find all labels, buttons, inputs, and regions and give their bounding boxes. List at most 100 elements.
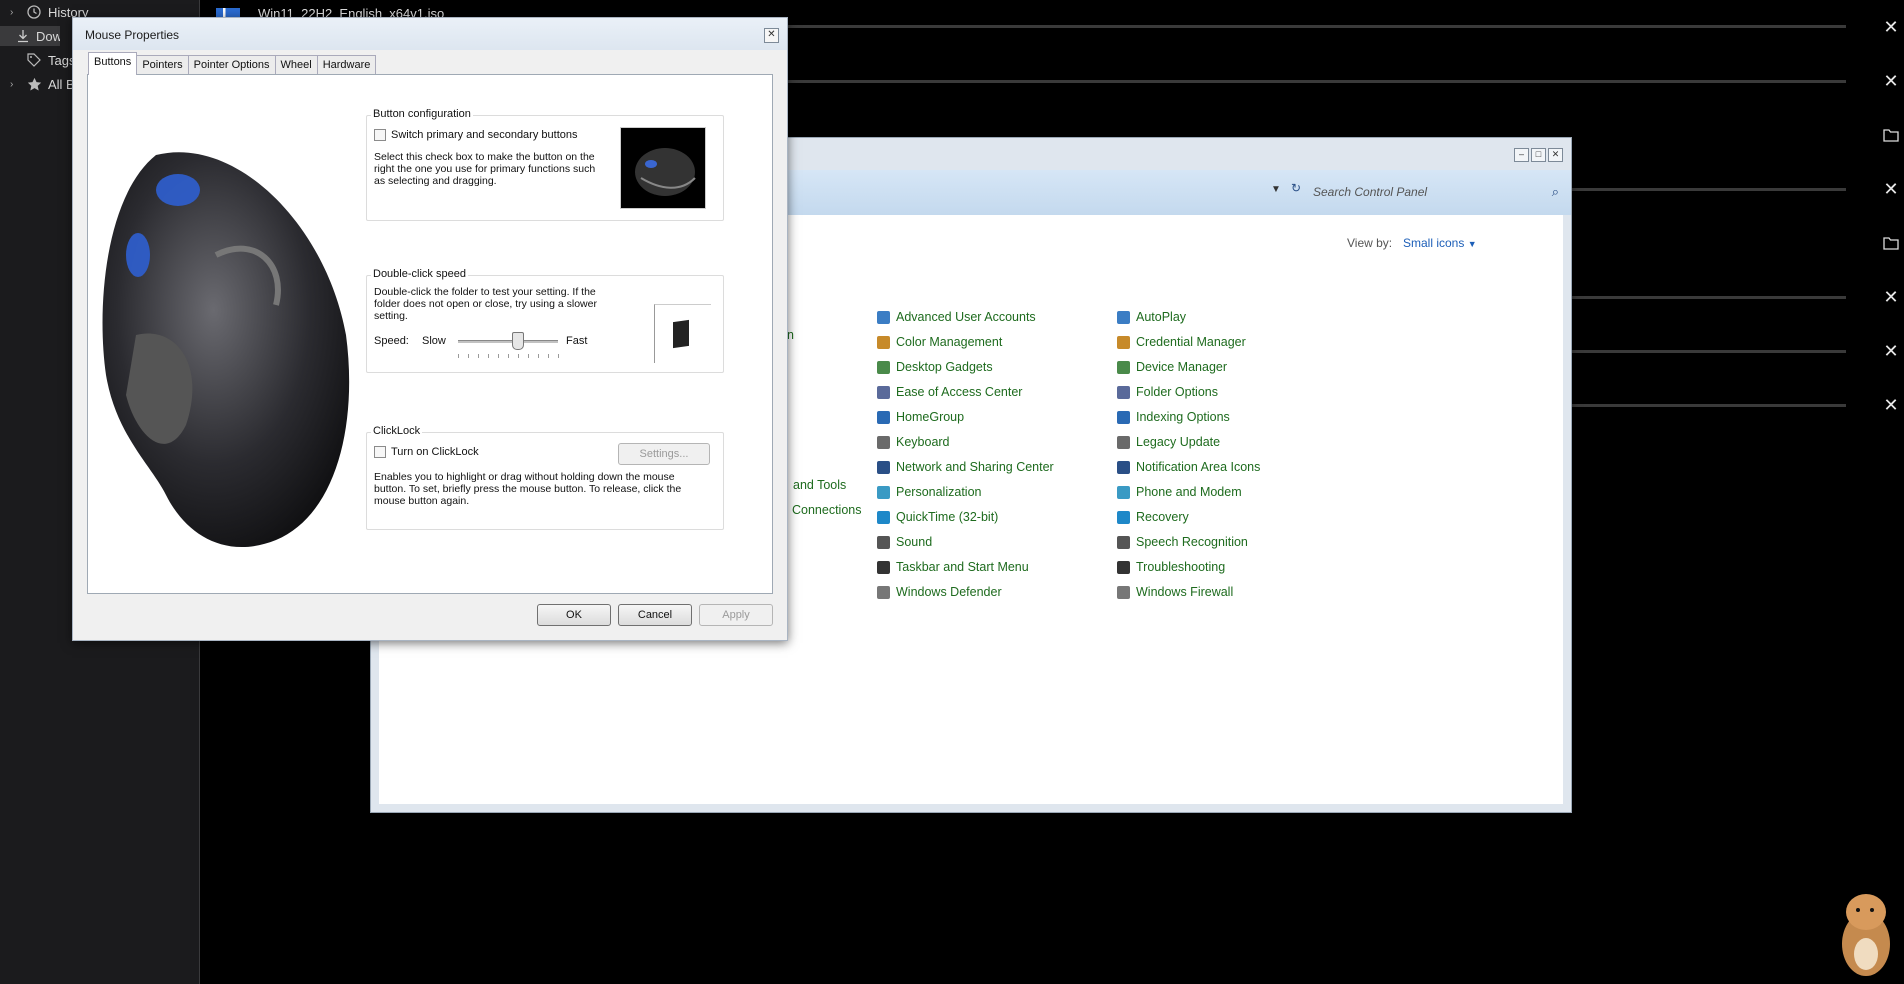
clock-icon <box>26 4 42 20</box>
close-icon: ✕ <box>1883 178 1899 199</box>
cp-item[interactable]: Advanced User Accounts <box>877 310 1036 324</box>
tab-buttons[interactable]: Buttons <box>88 52 138 75</box>
cp-item[interactable]: Keyboard <box>877 435 950 449</box>
dialog-title: Mouse Properties <box>85 28 180 42</box>
slider-ticks <box>458 354 559 358</box>
switch-buttons-checkbox[interactable]: Switch primary and secondary buttons <box>374 129 577 141</box>
cp-item-partial[interactable]: n <box>787 328 794 342</box>
cp-item[interactable]: Ease of Access Center <box>877 385 1022 399</box>
control-panel-item-icon <box>1117 535 1130 549</box>
control-panel-item-icon <box>877 560 890 574</box>
tab-pointers[interactable]: Pointers <box>136 55 189 75</box>
control-panel-item-icon <box>877 435 890 449</box>
sidebar-item-downloads[interactable]: Down <box>0 26 60 46</box>
remove-download-button[interactable]: ✕ <box>1880 178 1902 200</box>
remove-download-button[interactable]: ✕ <box>1880 16 1902 38</box>
history-dropdown-icon[interactable]: ▼ <box>1271 184 1281 195</box>
download-progress-track <box>780 80 1846 83</box>
close-button[interactable]: ✕ <box>1548 148 1563 162</box>
control-panel-item-icon <box>877 310 890 324</box>
star-icon <box>26 76 42 92</box>
sidebar-item-label: Down <box>36 28 60 44</box>
clicklock-checkbox[interactable]: Turn on ClickLock <box>374 446 479 458</box>
remove-download-button[interactable]: ✕ <box>1880 70 1902 92</box>
search-icon: ⌕ <box>1551 183 1559 199</box>
cp-item[interactable]: Personalization <box>877 485 981 499</box>
clicklock-settings-button[interactable]: Settings... <box>618 443 710 465</box>
checkbox-box[interactable] <box>374 446 386 458</box>
remove-download-button[interactable]: ✕ <box>1880 286 1902 308</box>
fast-label: Fast <box>566 335 588 347</box>
control-panel-item-icon <box>877 510 890 524</box>
cp-item-partial[interactable]: and Tools <box>793 478 846 492</box>
button-config-description: Select this check box to make the button… <box>374 151 596 187</box>
control-panel-item-icon <box>1117 510 1130 524</box>
refresh-icon[interactable]: ↻ <box>1291 181 1301 195</box>
control-panel-item-icon <box>877 585 890 599</box>
dialog-titlebar[interactable]: Mouse Properties ✕ <box>73 18 787 50</box>
control-panel-item-icon <box>877 460 890 474</box>
cp-item[interactable]: Folder Options <box>1117 385 1218 399</box>
control-panel-item-icon <box>1117 585 1130 599</box>
cp-item[interactable]: HomeGroup <box>877 410 964 424</box>
cp-item[interactable]: AutoPlay <box>1117 310 1186 324</box>
cp-item[interactable]: Taskbar and Start Menu <box>877 560 1029 574</box>
cp-item[interactable]: Desktop Gadgets <box>877 360 993 374</box>
maximize-button[interactable]: □ <box>1531 148 1546 162</box>
clicklock-description: Enables you to highlight or drag without… <box>374 471 682 507</box>
tab-pointer-options[interactable]: Pointer Options <box>187 55 276 75</box>
checkbox-box[interactable] <box>374 129 386 141</box>
tab-wheel[interactable]: Wheel <box>274 55 318 75</box>
open-folder-button[interactable] <box>1880 232 1902 254</box>
cp-item[interactable]: Credential Manager <box>1117 335 1246 349</box>
mouse-thumbnail <box>620 127 706 209</box>
ok-button[interactable]: OK <box>537 604 611 626</box>
control-panel-item-icon <box>1117 360 1130 374</box>
cp-item[interactable]: Windows Firewall <box>1117 585 1233 599</box>
cp-item[interactable]: Device Manager <box>1117 360 1227 374</box>
tab-hardware[interactable]: Hardware <box>316 55 377 75</box>
open-folder-button[interactable] <box>1880 124 1902 146</box>
test-folder[interactable] <box>654 304 711 363</box>
cp-item[interactable]: QuickTime (32-bit) <box>877 510 998 524</box>
buttons-tab-panel: Button configuration Switch primary and … <box>87 74 773 594</box>
close-icon: ✕ <box>1883 16 1899 37</box>
hamster-sticker <box>1842 894 1890 976</box>
cp-item[interactable]: Phone and Modem <box>1117 485 1242 499</box>
cp-item[interactable]: Troubleshooting <box>1117 560 1225 574</box>
remove-download-button[interactable]: ✕ <box>1880 340 1902 362</box>
close-button[interactable]: ✕ <box>764 28 779 43</box>
view-by-dropdown[interactable]: Small icons ▼ <box>1403 236 1477 250</box>
download-progress-track <box>780 25 1846 28</box>
double-click-description: Double-click the folder to test your set… <box>374 286 597 322</box>
cp-item[interactable]: Legacy Update <box>1117 435 1220 449</box>
control-panel-item-icon <box>1117 435 1130 449</box>
cp-item[interactable]: Indexing Options <box>1117 410 1230 424</box>
cp-item-partial[interactable]: Connections <box>792 503 862 517</box>
chevron-down-icon: ▼ <box>1467 239 1477 249</box>
cp-item[interactable]: Notification Area Icons <box>1117 460 1260 474</box>
folder-icon <box>1883 129 1899 142</box>
apply-button[interactable]: Apply <box>699 604 773 626</box>
cp-item[interactable]: Color Management <box>877 335 1002 349</box>
chevron-right-icon: › <box>10 6 14 18</box>
cp-item[interactable]: Recovery <box>1117 510 1189 524</box>
minimize-button[interactable]: – <box>1514 148 1529 162</box>
speed-slider-thumb[interactable] <box>512 332 524 350</box>
control-panel-item-icon <box>1117 335 1130 349</box>
search-input[interactable]: Search Control Panel ⌕ <box>1313 176 1563 207</box>
chevron-right-icon: › <box>10 78 14 90</box>
cp-item[interactable]: Windows Defender <box>877 585 1002 599</box>
cp-item[interactable]: Speech Recognition <box>1117 535 1248 549</box>
speed-label: Speed: <box>374 335 409 347</box>
cancel-button[interactable]: Cancel <box>618 604 692 626</box>
slow-label: Slow <box>422 335 446 347</box>
group-title: Button configuration <box>371 108 473 120</box>
cp-item[interactable]: Network and Sharing Center <box>877 460 1054 474</box>
control-panel-item-icon <box>877 335 890 349</box>
cp-item[interactable]: Sound <box>877 535 932 549</box>
mouse-illustration <box>102 152 350 548</box>
remove-download-button[interactable]: ✕ <box>1880 394 1902 416</box>
speed-slider-track[interactable] <box>458 340 558 343</box>
sidebar-item-tags[interactable]: Tags <box>10 50 75 70</box>
